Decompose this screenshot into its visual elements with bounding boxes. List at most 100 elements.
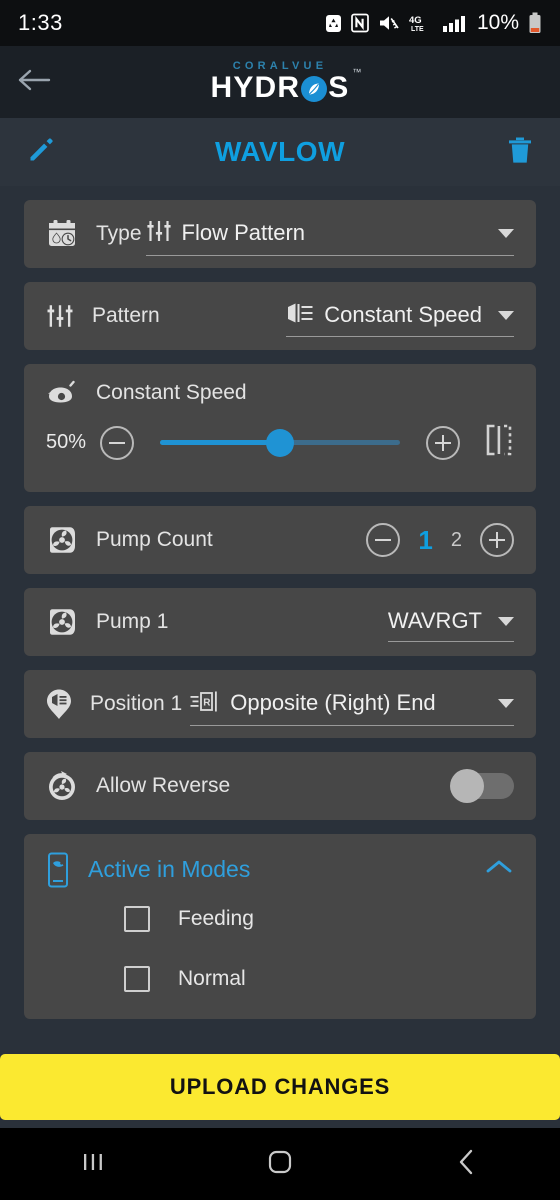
battery-low-icon <box>528 12 542 34</box>
page-title: WAVLOW <box>214 136 345 167</box>
tune-sliders-icon <box>46 303 74 329</box>
tank-mode-icon <box>46 852 70 888</box>
4g-lte-icon: 4G LTE <box>409 13 433 33</box>
row-pattern: Pattern Constant Speed <box>24 282 536 350</box>
slider-fill <box>160 440 280 445</box>
type-label: Type <box>96 222 142 245</box>
recents-button[interactable] <box>38 1128 148 1200</box>
checkbox-normal[interactable] <box>124 966 150 992</box>
pattern-label: Pattern <box>92 304 160 327</box>
signal-bars-icon <box>442 13 466 33</box>
svg-text:R: R <box>203 697 211 708</box>
pattern-value: Constant Speed <box>324 302 482 327</box>
svg-text:LTE: LTE <box>411 26 424 33</box>
upload-bar: UPLOAD CHANGES <box>0 1048 560 1128</box>
trademark-symbol: ™ <box>352 66 363 77</box>
upload-changes-button[interactable]: UPLOAD CHANGES <box>0 1054 560 1120</box>
system-back-button[interactable] <box>412 1128 522 1200</box>
leaf-logo-icon <box>301 75 328 102</box>
home-square-icon <box>266 1148 294 1181</box>
system-nav-bar <box>0 1128 560 1200</box>
brand-hydros-text: HYDR S ™ <box>210 67 361 105</box>
back-button[interactable] <box>0 46 70 118</box>
chevron-down-icon <box>498 698 514 708</box>
pencil-icon <box>26 135 56 170</box>
position-1-value: Opposite (Right) End <box>230 690 436 715</box>
pump-count-decrease-button[interactable] <box>366 523 401 557</box>
position-1-select[interactable]: R Opposite (Right) End <box>190 683 514 726</box>
speedometer-icon <box>46 380 78 406</box>
checkbox-feeding[interactable] <box>124 906 150 932</box>
brand-s-text: S <box>328 70 350 104</box>
pump-count-label: Pump Count <box>96 528 213 551</box>
position-1-label: Position 1 <box>90 692 183 715</box>
pump-count-option-1[interactable]: 1 <box>418 525 432 556</box>
type-value: Flow Pattern <box>181 220 306 245</box>
active-in-modes-title: Active in Modes <box>88 856 251 882</box>
row-type: Type Flow Pattern <box>24 200 536 268</box>
settings-list: Type Flow Pattern Pattern Constant Speed… <box>0 186 560 1048</box>
calendar-water-clock-icon <box>46 218 78 250</box>
pump-propeller-icon <box>46 607 78 637</box>
section-active-in-modes: Active in Modes Feeding Normal <box>24 834 536 1019</box>
pump-1-value: WAVRGT <box>387 608 482 633</box>
plus-circle-icon <box>487 530 507 550</box>
speed-controls: 50% <box>46 424 514 461</box>
allow-reverse-label: Allow Reverse <box>96 774 231 797</box>
speed-slider[interactable] <box>160 426 400 460</box>
mode-item-normal[interactable]: Normal <box>46 949 514 1009</box>
speed-preview-button[interactable] <box>484 424 514 461</box>
tune-sliders-icon <box>146 219 172 248</box>
home-button[interactable] <box>225 1128 335 1200</box>
chevron-left-icon <box>454 1148 480 1181</box>
row-position-1: Position 1 R Opposite (Right) End <box>24 670 536 738</box>
title-bar: WAVLOW <box>0 118 560 186</box>
reverse-propeller-icon <box>46 771 78 801</box>
pump-propeller-icon <box>46 525 78 555</box>
svg-text:4G: 4G <box>409 15 422 26</box>
speed-increase-button[interactable] <box>426 425 460 460</box>
chevron-down-icon <box>498 310 514 320</box>
row-allow-reverse: Allow Reverse <box>24 752 536 820</box>
pump-count-option-2[interactable]: 2 <box>451 529 462 552</box>
status-icons: 4G LTE 10% <box>325 11 542 35</box>
flow-right-end-icon: R <box>190 689 220 718</box>
chevron-down-icon <box>498 228 514 238</box>
row-constant-speed: Constant Speed 50% <box>24 364 536 492</box>
pump-count-increase-button[interactable] <box>480 523 514 557</box>
chevron-up-icon <box>484 857 514 882</box>
row-pump-count: Pump Count 1 2 <box>24 506 536 574</box>
constant-speed-title: Constant Speed <box>96 381 247 404</box>
pump-count-stepper: 1 2 <box>366 523 514 557</box>
minus-circle-icon <box>373 530 393 550</box>
vibrate-mute-icon <box>378 13 400 33</box>
delete-button[interactable] <box>506 135 534 170</box>
speed-decrease-button[interactable] <box>100 425 134 460</box>
recents-bars-icon <box>80 1149 106 1180</box>
plus-circle-icon <box>433 433 453 453</box>
row-pump-1: Pump 1 WAVRGT <box>24 588 536 656</box>
edit-name-button[interactable] <box>26 135 56 170</box>
brand-coralvue-text: CORALVUE <box>232 59 328 72</box>
mode-label-feeding: Feeding <box>178 907 254 930</box>
brand-hydr-text: HYDR <box>210 70 301 104</box>
trash-icon <box>506 135 534 170</box>
brand-logo: CORALVUE HYDR S ™ <box>0 46 560 118</box>
pattern-select[interactable]: Constant Speed <box>286 296 514 337</box>
minus-circle-icon <box>107 433 127 453</box>
arrow-left-icon <box>18 67 52 98</box>
mode-item-feeding[interactable]: Feeding <box>46 889 514 949</box>
mode-label-normal: Normal <box>178 967 246 990</box>
slider-thumb[interactable] <box>266 428 294 457</box>
chevron-down-icon <box>498 616 514 626</box>
allow-reverse-toggle[interactable] <box>450 769 514 803</box>
app-screen: 1:33 4G LTE 10% CORALVUE HYDR S ™ WAVLOW… <box>0 0 560 1200</box>
app-bar: CORALVUE HYDR S ™ <box>0 46 560 118</box>
speed-wave-icon <box>286 302 314 329</box>
type-select[interactable]: Flow Pattern <box>145 213 514 256</box>
constant-speed-header: Constant Speed <box>46 380 514 406</box>
pump-1-select[interactable]: WAVRGT <box>387 602 514 642</box>
active-in-modes-header[interactable]: Active in Modes <box>46 848 514 889</box>
recycle-app-icon <box>325 13 342 33</box>
map-pin-icon <box>46 688 72 720</box>
